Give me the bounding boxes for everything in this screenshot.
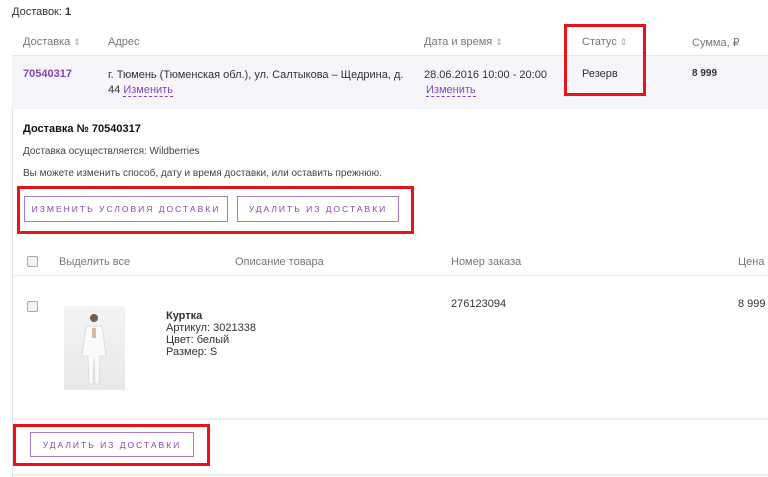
change-datetime-link[interactable]: Изменить xyxy=(426,84,476,97)
product-image[interactable] xyxy=(64,306,125,390)
item-order-no: 276123094 xyxy=(451,298,507,310)
sort-icon: ⇕ xyxy=(73,37,81,47)
jacket-photo-icon xyxy=(81,314,107,385)
item-name[interactable]: Куртка xyxy=(166,310,202,322)
col-price: Цена xyxy=(738,256,765,268)
count-label: Доставок: xyxy=(12,6,62,18)
sort-icon: ⇕ xyxy=(495,37,503,47)
address-text: г. Тюмень (Тюменская обл.), ул. Салтыков… xyxy=(108,69,404,81)
bottom-button-highlight xyxy=(13,424,210,466)
select-all-label: Выделить все xyxy=(59,256,131,268)
address-text: 44 xyxy=(108,84,121,96)
detail-title: Доставка № 70540317 xyxy=(23,123,141,135)
hint-text: Вы можете изменить способ, дату и время … xyxy=(23,168,382,179)
col-delivery[interactable]: Доставка ⇕ xyxy=(23,36,81,48)
divider xyxy=(13,474,768,476)
panel-border xyxy=(12,108,13,477)
select-all-checkbox[interactable] xyxy=(27,256,38,267)
buttons-highlight xyxy=(17,186,414,234)
item-size: Размер: S xyxy=(166,346,218,358)
col-address: Адрес xyxy=(108,36,140,48)
datetime-text: 28.06.2016 10:00 - 20:00 xyxy=(424,69,547,81)
item-color: Цвет: белый xyxy=(166,334,230,346)
item-description: Куртка Артикул: 3021338 Цвет: белый Размер:… xyxy=(166,310,256,358)
col-label: Доставка xyxy=(23,36,71,48)
delivery-id-link[interactable]: 70540317 xyxy=(23,68,72,80)
item-checkbox[interactable] xyxy=(27,301,38,312)
address: г. Тюмень (Тюменская обл.), ул. Салтыков… xyxy=(108,68,418,98)
deliveries-count: Доставок: 1 xyxy=(12,6,71,18)
divider xyxy=(13,418,768,420)
col-description: Описание товара xyxy=(235,256,324,268)
col-label: Дата и время xyxy=(424,36,493,48)
carrier-text: Доставка осуществляется: Wildberries xyxy=(23,146,200,157)
count-value: 1 xyxy=(65,6,72,18)
status-highlight xyxy=(564,24,646,96)
sum-value: 8 999 xyxy=(692,68,718,79)
change-address-link[interactable]: Изменить xyxy=(123,84,173,97)
datetime: 28.06.2016 10:00 - 20:00 Изменить xyxy=(424,68,547,98)
col-order-no: Номер заказа xyxy=(451,256,522,268)
col-sum: Сумма, ₽ xyxy=(692,37,740,49)
col-datetime[interactable]: Дата и время ⇕ xyxy=(424,36,503,48)
item-article: Артикул: 3021338 xyxy=(166,322,256,334)
item-price: 8 999 xyxy=(738,298,766,310)
divider xyxy=(13,275,768,276)
